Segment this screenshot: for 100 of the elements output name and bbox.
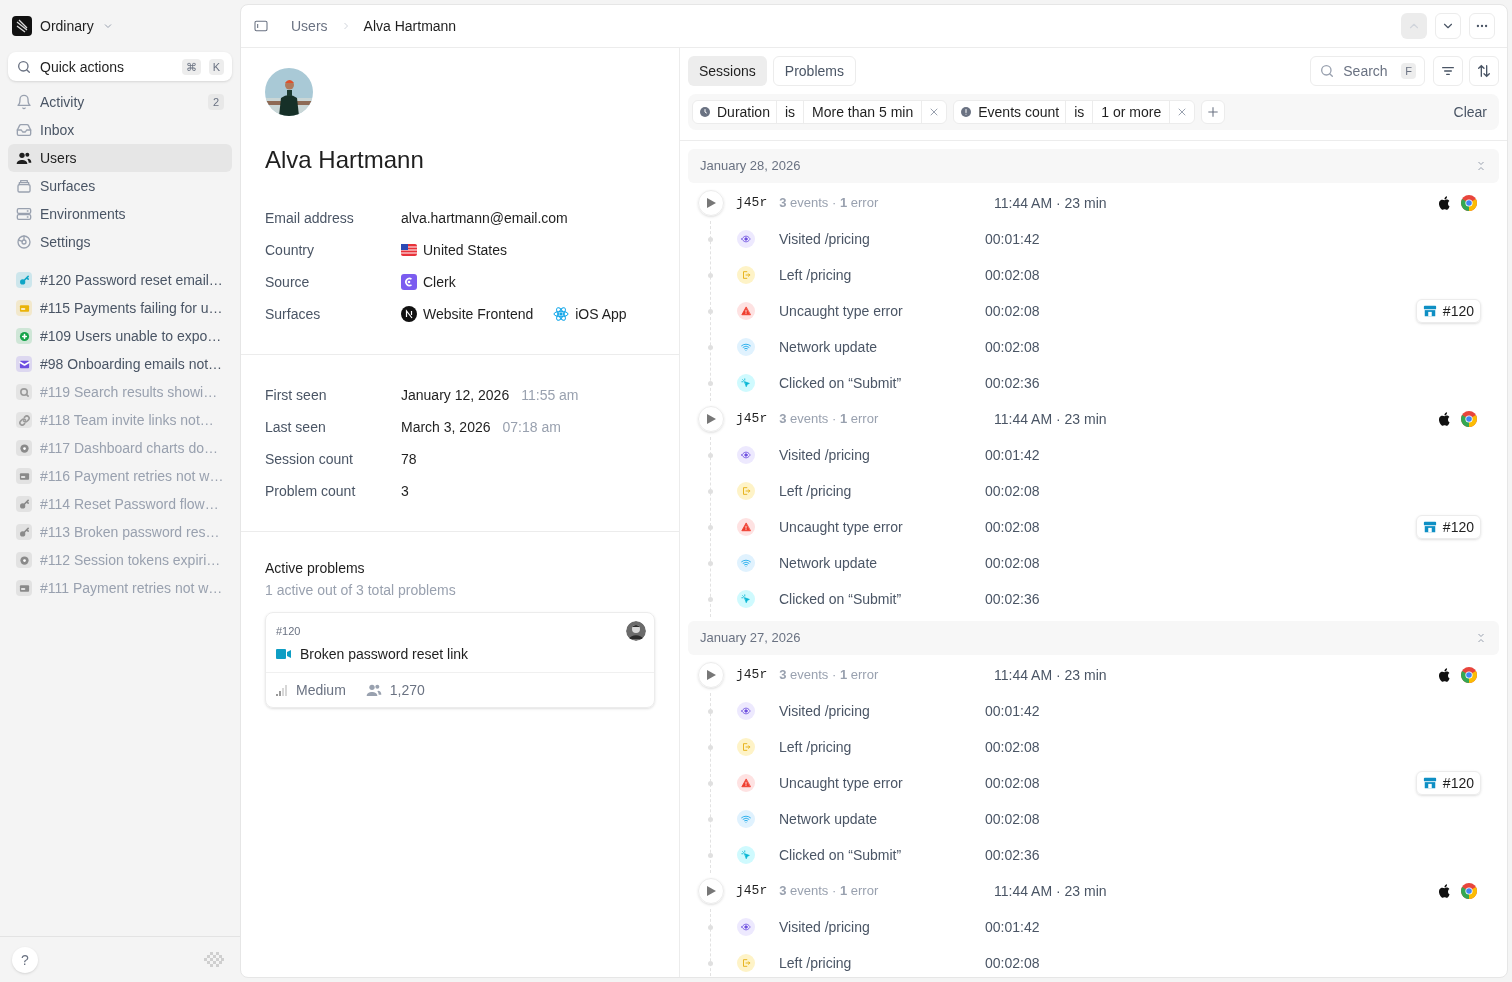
video-camera-icon: [276, 647, 292, 660]
wifi-icon: [741, 558, 751, 568]
event-label: Network update: [779, 810, 878, 829]
field-label: Email address: [265, 209, 355, 228]
issue-item[interactable]: #109 Users unable to expo…: [8, 322, 232, 350]
problem-title: Broken password reset link: [300, 644, 469, 664]
issue-item[interactable]: #120 Password reset email…: [8, 266, 232, 294]
nav-item[interactable]: Settings: [8, 228, 232, 256]
event-label: Left /pricing: [779, 738, 852, 757]
event-label: Visited /pricing: [779, 446, 870, 465]
sidebar-toggle-icon[interactable]: [253, 18, 269, 34]
clear-button[interactable]: Clear: [1445, 102, 1495, 122]
tab[interactable]: Sessions: [688, 56, 767, 86]
search-input[interactable]: Search: [1343, 61, 1394, 81]
settings-icon: [16, 234, 32, 250]
stat-label: Session count: [265, 450, 354, 469]
wifi-icon: [741, 814, 751, 824]
event-time: 00:02:08: [985, 482, 1041, 501]
signal-bars-icon: [276, 683, 288, 696]
search-field[interactable]: Search F: [1310, 56, 1425, 86]
event-label: Clicked on “Submit”: [779, 374, 902, 393]
event-time: 00:02:08: [985, 954, 1041, 973]
nav-item[interactable]: Environments: [8, 200, 232, 228]
field-value: United States: [423, 241, 508, 260]
play-icon: [705, 197, 717, 209]
event-label: Left /pricing: [779, 482, 852, 501]
filter-chip[interactable]: Duration is More than 5 min: [692, 100, 948, 124]
filter-button[interactable]: [1433, 56, 1463, 86]
session-id: j45r: [736, 194, 768, 213]
event-time: 00:02:36: [985, 590, 1041, 609]
quick-actions-button[interactable]: Quick actions ⌘ K: [8, 52, 232, 81]
store-icon: [1422, 520, 1437, 534]
event-label: Left /pricing: [779, 266, 852, 285]
sort-icon: [1476, 63, 1492, 79]
problem-link[interactable]: #120: [1415, 515, 1481, 539]
event-label: Visited /pricing: [779, 230, 870, 249]
event-time: 00:02:08: [985, 266, 1041, 285]
filter-value: 1 or more: [1093, 101, 1171, 123]
event-label: Clicked on “Submit”: [779, 846, 902, 865]
collapse-icon[interactable]: [1475, 632, 1487, 644]
section-subtitle: 1 active out of 3 total problems: [265, 581, 457, 600]
nav-item[interactable]: Users: [8, 144, 232, 172]
browser-icon: [1461, 195, 1477, 211]
event-label: Left /pricing: [779, 954, 852, 973]
problem-link[interactable]: #120: [1415, 771, 1481, 795]
quick-actions-label: Quick actions: [40, 57, 126, 77]
apple-icon: [1437, 195, 1453, 211]
dotted-loader-icon: [204, 951, 224, 968]
store-icon: [1422, 304, 1437, 318]
field-label: Surfaces: [265, 305, 322, 324]
breadcrumb-item: Alva Hartmann: [363, 17, 457, 36]
clerk-logo-icon: [401, 274, 417, 290]
field-value: Website Frontend: [423, 305, 534, 324]
filter-value: More than 5 min: [804, 101, 923, 123]
nav-item[interactable]: Inbox: [8, 116, 232, 144]
event-time: 00:02:08: [985, 518, 1041, 537]
event-label: Uncaught type error: [779, 774, 903, 793]
field-value: alva.hartmann@email.com: [401, 209, 568, 228]
stat-value: 78: [401, 450, 417, 469]
event-label: Visited /pricing: [779, 918, 870, 937]
collapse-icon[interactable]: [1475, 160, 1487, 172]
server-icon: [16, 206, 32, 222]
issue-item[interactable]: #98 Onboarding emails not…: [8, 350, 232, 378]
search-icon: [1319, 63, 1336, 79]
stat-label: Last seen: [265, 418, 327, 437]
inbox-icon: [16, 122, 32, 138]
event-time: 00:02:36: [985, 374, 1041, 393]
add-filter-button[interactable]: [1201, 100, 1226, 124]
issue-item[interactable]: #115 Payments failing for u…: [8, 294, 232, 322]
problem-link[interactable]: #120: [1415, 299, 1481, 323]
clock-icon: [699, 106, 711, 118]
event-time: 00:02:08: [985, 302, 1041, 321]
filter-chip[interactable]: Events count is 1 or more: [953, 100, 1196, 124]
breadcrumb-item[interactable]: Users: [291, 16, 328, 36]
event-time: 00:02:08: [985, 738, 1041, 757]
warning-icon: [741, 306, 751, 316]
warning-icon: [741, 778, 751, 788]
stat-label: First seen: [265, 386, 328, 405]
event-time: 00:02:08: [985, 338, 1041, 357]
filter-field: Events count: [978, 102, 1060, 122]
tab[interactable]: Problems: [772, 56, 856, 86]
filter-operator: is: [1066, 101, 1094, 123]
event-label: Uncaught type error: [779, 518, 903, 537]
stat-time: 11:55 am: [521, 386, 579, 405]
group-date: January 27, 2026: [700, 629, 801, 648]
help-button[interactable]: ?: [12, 946, 38, 973]
wifi-icon: [741, 342, 751, 352]
stat-value: January 12, 2026: [401, 386, 510, 405]
nav-item[interactable]: Surfaces: [8, 172, 232, 200]
alert-icon: [960, 106, 973, 118]
play-icon: [705, 669, 717, 681]
nav-item[interactable]: Activity 2: [8, 88, 232, 116]
pointer-icon: [741, 850, 751, 860]
event-label: Uncaught type error: [779, 302, 903, 321]
problem-card[interactable]: #120 Broken password reset link Medium 1,270: [265, 612, 655, 708]
logo-icon: [12, 16, 32, 36]
workspace-name[interactable]: Ordinary: [40, 16, 94, 36]
session-id: j45r: [736, 882, 768, 901]
chevron-down-button[interactable]: [1435, 13, 1461, 39]
sort-button[interactable]: [1469, 56, 1499, 86]
